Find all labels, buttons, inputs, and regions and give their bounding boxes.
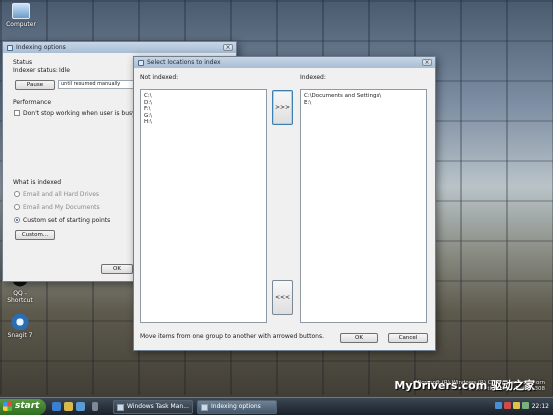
folder-icon[interactable] — [64, 402, 73, 411]
task-label: Indexing options — [211, 403, 261, 410]
security-alert-icon[interactable] — [504, 402, 511, 409]
close-icon[interactable]: × — [422, 59, 432, 66]
radio-email-all-drives[interactable] — [14, 191, 20, 197]
dont-stop-checkbox[interactable] — [14, 110, 20, 116]
desktop-icon-label: Snagit 7 — [7, 332, 33, 339]
select-locations-dialog: Select locations to index × Not indexed:… — [133, 56, 436, 351]
volume-icon[interactable] — [522, 402, 529, 409]
ie-icon[interactable] — [52, 402, 61, 411]
task-manager-icon — [117, 404, 124, 411]
indexing-options-icon — [201, 404, 208, 411]
indexer-status-label: Indexer status: — [13, 67, 58, 74]
desktop-icon-label: QQ - Shortcut — [7, 290, 33, 304]
status-heading: Status — [13, 59, 33, 66]
windows-flag-icon — [3, 402, 12, 411]
task-indexing-options[interactable]: Indexing options — [197, 400, 277, 414]
cancel-button[interactable]: Cancel — [388, 333, 428, 343]
list-item[interactable]: H:\ — [144, 119, 263, 126]
radio-email-my-documents[interactable] — [14, 204, 20, 210]
not-indexed-list[interactable]: C:\ D:\ F:\ G:\ H:\ — [140, 89, 267, 323]
remove-from-indexed-button[interactable]: <<< — [272, 280, 293, 315]
performance-heading: Performance — [13, 99, 52, 106]
start-label: start — [15, 401, 40, 411]
indexed-list[interactable]: C:\Documents and Settings\ E:\ — [300, 89, 427, 323]
indexed-label: Indexed: — [300, 74, 326, 81]
window-icon — [138, 59, 144, 66]
site-watermark: MyDrivers.com 驱动之家 — [394, 379, 535, 392]
task-windows-task-manager[interactable]: Windows Task Man... — [113, 400, 193, 414]
window-title: Select locations to index — [147, 59, 221, 66]
taskbar-clock[interactable]: 22:12 — [532, 401, 549, 413]
radio-email-all-drives-label: Email and all Hard Drives — [23, 191, 100, 198]
show-desktop-icon[interactable] — [76, 402, 85, 411]
custom-button[interactable]: Custom... — [15, 230, 55, 240]
system-tray — [495, 402, 529, 409]
taskbar: start Windows Task Man... Indexing optio… — [0, 397, 553, 415]
select-locations-titlebar[interactable]: Select locations to index × — [134, 57, 435, 68]
radio-email-my-documents-label: Email and My Documents — [23, 204, 100, 211]
window-icon — [7, 44, 13, 51]
desktop-icon-snagit[interactable]: Snagit 7 — [0, 314, 40, 339]
what-is-indexed-heading: What is indexed — [13, 179, 62, 186]
resume-dropdown[interactable]: until resumed manually — [58, 80, 134, 89]
ok-button[interactable]: OK — [340, 333, 378, 343]
not-indexed-label: Not indexed: — [140, 74, 179, 81]
radio-custom-starting-points[interactable] — [14, 217, 20, 223]
list-item[interactable]: E:\ — [304, 100, 423, 107]
indexer-status-value: Idle — [59, 67, 70, 74]
network-icon[interactable] — [495, 402, 502, 409]
ok-button[interactable]: OK — [101, 264, 133, 274]
chevron-icon[interactable] — [92, 402, 98, 411]
start-button[interactable]: start — [0, 399, 46, 415]
window-title: Indexing options — [16, 44, 66, 51]
close-icon[interactable]: × — [223, 44, 233, 51]
desktop-icon-label: Computer — [6, 21, 36, 28]
desktop-icon-computer[interactable]: Computer — [1, 3, 41, 28]
pause-button[interactable]: Pause — [15, 80, 55, 90]
computer-icon — [12, 3, 30, 19]
add-to-indexed-button[interactable]: >>> — [272, 90, 293, 125]
radio-custom-starting-points-label: Custom set of starting points — [23, 217, 111, 224]
tray-app-icon[interactable] — [513, 402, 520, 409]
dont-stop-label: Don't stop working when user is busy — [23, 110, 136, 117]
move-items-hint: Move items from one group to another wit… — [140, 333, 324, 340]
indexing-options-titlebar[interactable]: Indexing options × — [3, 42, 236, 53]
task-label: Windows Task Man... — [127, 403, 189, 410]
snagit-icon — [11, 314, 29, 330]
